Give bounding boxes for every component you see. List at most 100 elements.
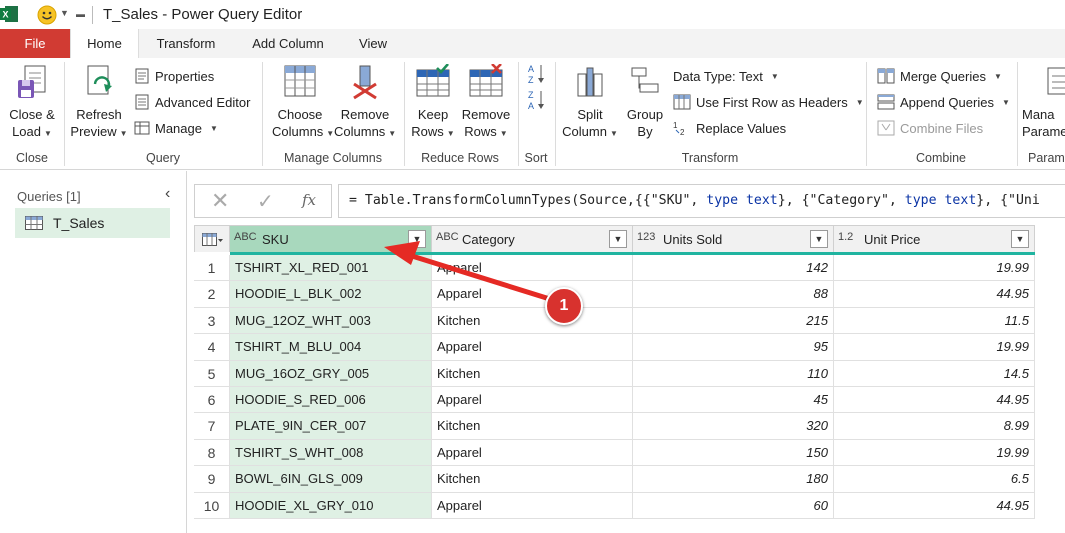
cell-sku[interactable]: TSHIRT_S_WHT_008	[230, 439, 432, 467]
data-type-dropdown[interactable]: Data Type: Text ▼	[673, 66, 779, 86]
remove-columns-button[interactable]: Remove Columns ▼	[334, 64, 396, 142]
customize-toolbar-icon[interactable]: ▬	[76, 9, 85, 19]
cell-units-sold[interactable]: 88	[633, 281, 834, 308]
row-number[interactable]: 6	[194, 387, 230, 414]
tab-file[interactable]: File	[0, 29, 70, 58]
formula-input[interactable]: = Table.TransformColumnTypes(Source,{{"S…	[338, 184, 1065, 218]
cell-unit-price[interactable]: 44.95	[834, 387, 1035, 414]
split-column-button[interactable]: Split Column ▼	[562, 64, 618, 142]
group-by-button[interactable]: Group By	[622, 64, 668, 140]
cell-sku[interactable]: HOODIE_S_RED_006	[230, 387, 432, 414]
use-first-row-headers-button[interactable]: Use First Row as Headers ▼	[673, 92, 864, 112]
column-header-sku[interactable]: ABC SKU ▼	[230, 225, 432, 252]
cell-units-sold[interactable]: 150	[633, 439, 834, 467]
replace-values-button[interactable]: 12 Replace Values	[673, 118, 786, 138]
table-row[interactable]: 10 HOODIE_XL_GRY_010 Apparel 60 44.95	[194, 492, 1035, 519]
smiley-feedback-icon[interactable]	[37, 5, 57, 25]
chevron-down-icon[interactable]: ▼	[60, 8, 69, 18]
row-number[interactable]: 7	[194, 413, 230, 440]
advanced-editor-button[interactable]: Advanced Editor	[134, 92, 250, 112]
refresh-preview-button[interactable]: Refresh Preview ▼	[70, 64, 128, 142]
cell-sku[interactable]: TSHIRT_XL_RED_001	[230, 255, 432, 282]
query-item-t-sales[interactable]: T_Sales	[15, 208, 170, 238]
properties-button[interactable]: Properties	[134, 66, 214, 86]
cell-units-sold[interactable]: 95	[633, 334, 834, 361]
cell-unit-price[interactable]: 14.5	[834, 360, 1035, 387]
tab-add-column[interactable]: Add Column	[244, 29, 332, 58]
cell-category[interactable]: Kitchen	[432, 307, 633, 335]
cell-sku[interactable]: PLATE_9IN_CER_007	[230, 413, 432, 440]
combine-files-button[interactable]: Combine Files	[877, 118, 983, 138]
text-type-icon[interactable]: ABC	[234, 231, 257, 243]
sort-ascending-button[interactable]: A Z	[528, 64, 546, 85]
cell-unit-price[interactable]: 19.99	[834, 334, 1035, 361]
cell-sku[interactable]: MUG_16OZ_GRY_005	[230, 360, 432, 387]
cell-unit-price[interactable]: 6.5	[834, 466, 1035, 493]
cell-category[interactable]: Apparel	[432, 334, 633, 361]
cell-units-sold[interactable]: 110	[633, 360, 834, 387]
table-menu-button[interactable]	[194, 225, 230, 252]
filter-dropdown-icon[interactable]: ▼	[1011, 230, 1029, 248]
filter-dropdown-icon[interactable]: ▼	[408, 230, 426, 248]
cell-category[interactable]: Apparel	[432, 387, 633, 414]
cell-category[interactable]: Kitchen	[432, 360, 633, 387]
table-row[interactable]: 7 PLATE_9IN_CER_007 Kitchen 320 8.99	[194, 413, 1035, 440]
manage-parameters-button[interactable]: Mana Parame	[1022, 64, 1065, 140]
merge-queries-button[interactable]: Merge Queries ▼	[877, 66, 1002, 86]
tab-home[interactable]: Home	[70, 29, 139, 58]
text-type-icon[interactable]: ABC	[436, 231, 459, 243]
cell-units-sold[interactable]: 142	[633, 255, 834, 282]
cell-category[interactable]: Apparel	[432, 492, 633, 519]
cell-category[interactable]: Apparel	[432, 439, 633, 467]
column-header-category[interactable]: ABC Category ▼	[432, 225, 633, 252]
table-row[interactable]: 5 MUG_16OZ_GRY_005 Kitchen 110 14.5	[194, 360, 1035, 387]
row-number[interactable]: 4	[194, 334, 230, 361]
cell-sku[interactable]: MUG_12OZ_WHT_003	[230, 307, 432, 335]
filter-dropdown-icon[interactable]: ▼	[609, 230, 627, 248]
row-number[interactable]: 3	[194, 307, 230, 335]
column-header-units-sold[interactable]: 123 Units Sold ▼	[633, 225, 834, 252]
cell-category[interactable]: Apparel	[432, 255, 633, 282]
chevron-left-icon[interactable]: ‹	[165, 185, 170, 203]
cancel-icon[interactable]: ✕	[211, 188, 229, 214]
cell-unit-price[interactable]: 11.5	[834, 307, 1035, 335]
cell-units-sold[interactable]: 320	[633, 413, 834, 440]
table-row[interactable]: 3 MUG_12OZ_WHT_003 Kitchen 215 11.5	[194, 307, 1035, 335]
cell-units-sold[interactable]: 60	[633, 492, 834, 519]
choose-columns-button[interactable]: Choose Columns ▼	[272, 64, 334, 142]
fx-icon[interactable]: fx	[302, 191, 316, 209]
cell-category[interactable]: Kitchen	[432, 466, 633, 493]
row-number[interactable]: 5	[194, 360, 230, 387]
cell-units-sold[interactable]: 215	[633, 307, 834, 335]
table-row[interactable]: 9 BOWL_6IN_GLS_009 Kitchen 180 6.5	[194, 466, 1035, 493]
cell-unit-price[interactable]: 19.99	[834, 255, 1035, 282]
table-row[interactable]: 4 TSHIRT_M_BLU_004 Apparel 95 19.99	[194, 334, 1035, 361]
decimal-type-icon[interactable]: 1.2	[838, 231, 853, 243]
check-icon[interactable]: ✓	[257, 189, 274, 214]
column-header-unit-price[interactable]: 1.2 Unit Price ▼	[834, 225, 1035, 252]
table-row[interactable]: 1 TSHIRT_XL_RED_001 Apparel 142 19.99	[194, 255, 1035, 282]
cell-category[interactable]: Apparel	[432, 281, 633, 308]
cell-sku[interactable]: TSHIRT_M_BLU_004	[230, 334, 432, 361]
close-and-load-button[interactable]: Close & Load ▼	[6, 64, 58, 142]
tab-view[interactable]: View	[350, 29, 396, 58]
cell-unit-price[interactable]: 44.95	[834, 281, 1035, 308]
cell-unit-price[interactable]: 19.99	[834, 439, 1035, 467]
cell-unit-price[interactable]: 44.95	[834, 492, 1035, 519]
row-number[interactable]: 10	[194, 492, 230, 519]
cell-units-sold[interactable]: 180	[633, 466, 834, 493]
cell-units-sold[interactable]: 45	[633, 387, 834, 414]
whole-number-type-icon[interactable]: 123	[637, 231, 655, 243]
table-row[interactable]: 6 HOODIE_S_RED_006 Apparel 45 44.95	[194, 387, 1035, 414]
sort-descending-button[interactable]: Z A	[528, 90, 546, 111]
table-row[interactable]: 2 HOODIE_L_BLK_002 Apparel 88 44.95	[194, 281, 1035, 308]
cell-sku[interactable]: BOWL_6IN_GLS_009	[230, 466, 432, 493]
table-row[interactable]: 8 TSHIRT_S_WHT_008 Apparel 150 19.99	[194, 439, 1035, 467]
cell-category[interactable]: Kitchen	[432, 413, 633, 440]
tab-transform[interactable]: Transform	[148, 29, 224, 58]
manage-button[interactable]: Manage ▼	[134, 118, 218, 138]
cell-sku[interactable]: HOODIE_XL_GRY_010	[230, 492, 432, 519]
remove-rows-button[interactable]: Remove Rows ▼	[460, 64, 512, 142]
row-number[interactable]: 8	[194, 439, 230, 467]
append-queries-button[interactable]: Append Queries ▼	[877, 92, 1010, 112]
